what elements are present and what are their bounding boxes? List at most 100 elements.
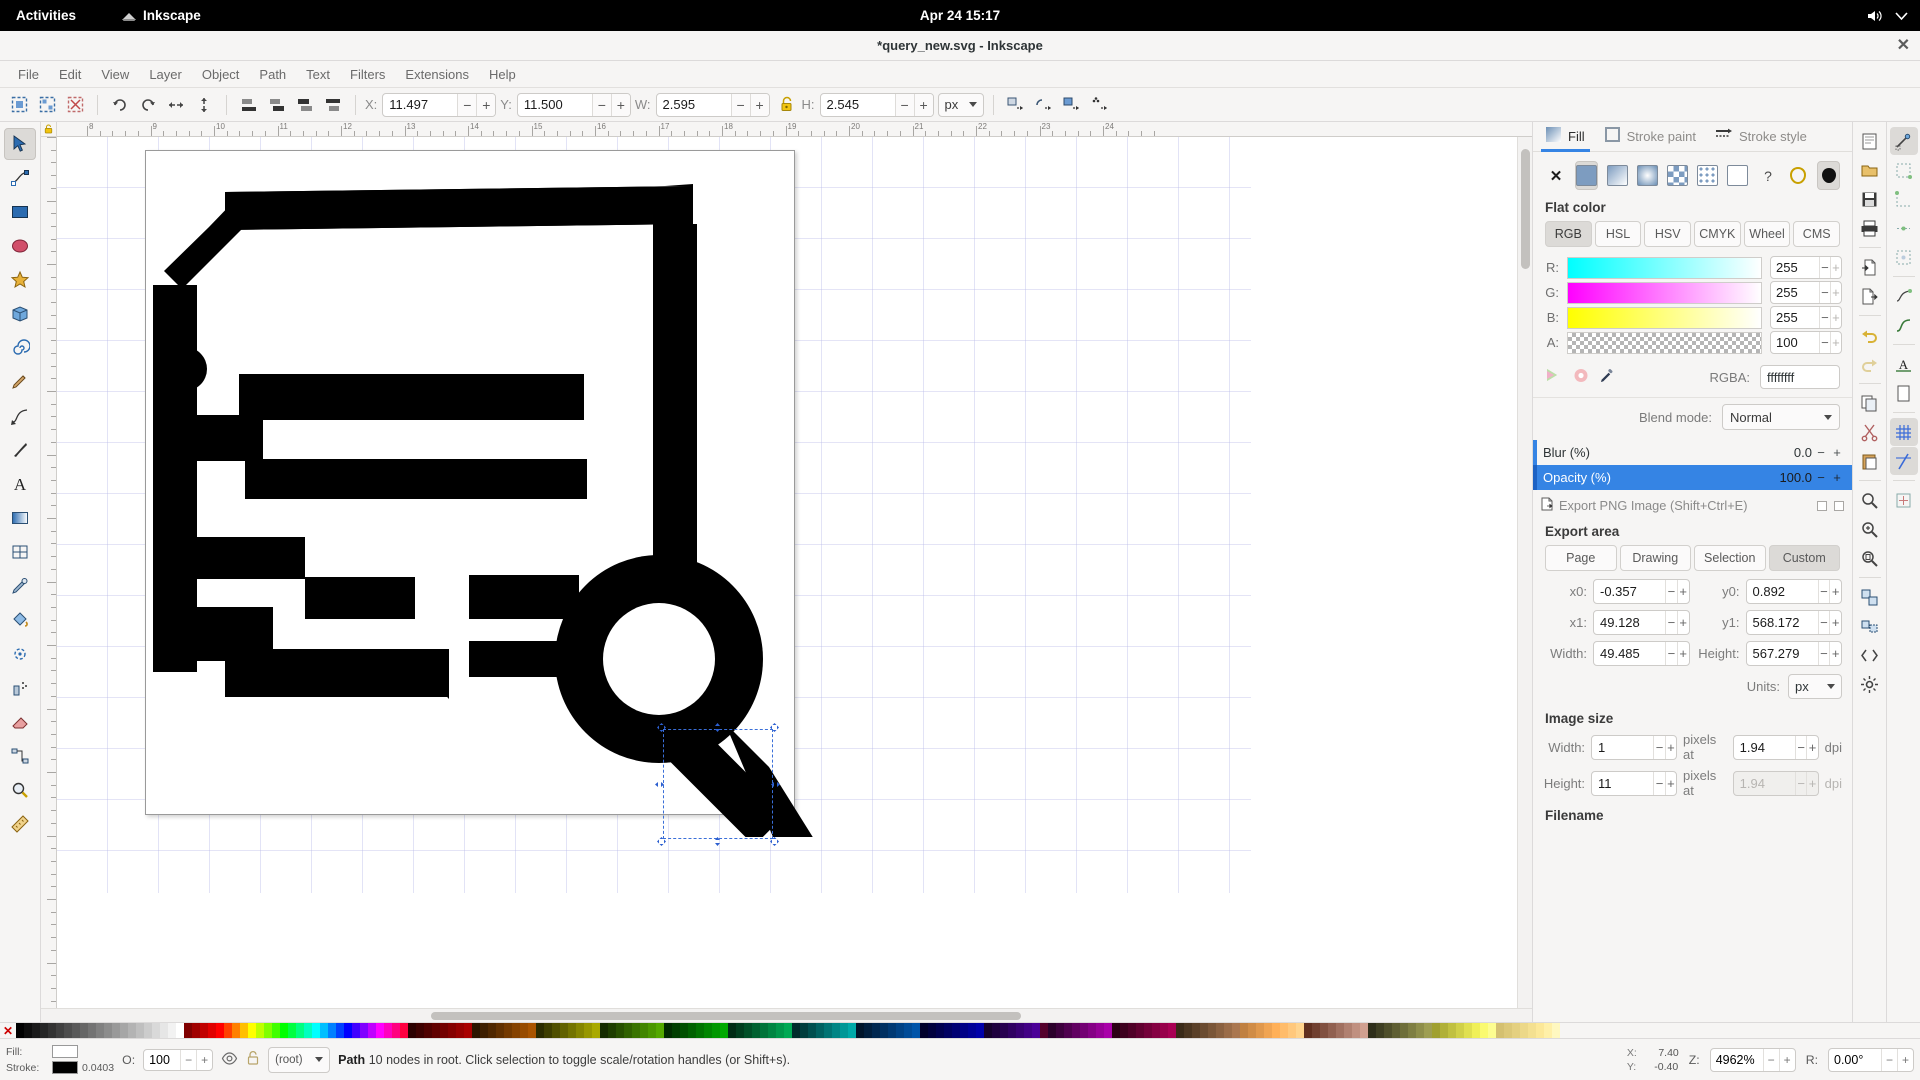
command-bar-copy-icon[interactable] [1856, 389, 1884, 417]
tool-paint-bucket[interactable] [4, 604, 36, 636]
rotation-increment[interactable]: + [1897, 1048, 1913, 1071]
palette-swatch[interactable] [536, 1023, 544, 1038]
palette-swatch[interactable] [80, 1023, 88, 1038]
flip-horizontal-icon[interactable] [163, 92, 189, 118]
palette-swatch[interactable] [776, 1023, 784, 1038]
channel-b-slider[interactable] [1567, 306, 1762, 329]
h-decrement-button[interactable]: − [894, 93, 914, 116]
tool-selector[interactable] [4, 128, 36, 160]
palette-swatch[interactable] [120, 1023, 128, 1038]
selection-handle-nw[interactable] [657, 723, 666, 732]
palette-swatch[interactable] [1432, 1023, 1440, 1038]
palette-swatch[interactable] [584, 1023, 592, 1038]
palette-swatch[interactable] [1376, 1023, 1384, 1038]
palette-swatch[interactable] [760, 1023, 768, 1038]
palette-swatch[interactable] [192, 1023, 200, 1038]
palette-none-swatch[interactable]: ✕ [0, 1023, 16, 1038]
export-x1-decrement[interactable]: − [1665, 611, 1677, 634]
palette-swatch[interactable] [920, 1023, 928, 1038]
y-decrement-button[interactable]: − [591, 93, 611, 116]
palette-swatch[interactable] [168, 1023, 176, 1038]
statusbar-fill-swatch[interactable] [52, 1045, 78, 1058]
zoom-input[interactable] [1710, 1048, 1763, 1071]
palette-swatch[interactable] [16, 1023, 24, 1038]
w-increment-button[interactable]: + [749, 93, 769, 116]
paint-type-help[interactable]: ? [1757, 161, 1779, 190]
palette-swatch[interactable] [1016, 1023, 1024, 1038]
palette-swatch[interactable] [1240, 1023, 1248, 1038]
export-height-spinbox[interactable]: − + [1745, 641, 1842, 666]
tab-stroke-style[interactable]: Stroke style [1707, 122, 1816, 151]
channel-a-spinbox[interactable]: − + [1770, 331, 1842, 354]
palette-swatch[interactable] [216, 1023, 224, 1038]
tool-spray[interactable] [4, 672, 36, 704]
system-status-area[interactable] [1867, 9, 1908, 23]
blur-row[interactable]: Blur (%) 0.0 − + [1533, 440, 1852, 465]
affect-stroke-width-icon[interactable] [1003, 92, 1029, 118]
palette-swatch[interactable] [1208, 1023, 1216, 1038]
opacity-increment[interactable]: + [1830, 470, 1844, 485]
palette-swatch[interactable] [824, 1023, 832, 1038]
canvas-horizontal-scrollbar[interactable] [41, 1008, 1532, 1022]
palette-swatch[interactable] [1072, 1023, 1080, 1038]
statusbar-opacity-decrement[interactable]: − [180, 1049, 196, 1070]
channel-g-spinbox[interactable]: − + [1770, 281, 1842, 304]
palette-swatch[interactable] [24, 1023, 32, 1038]
palette-swatch[interactable] [712, 1023, 720, 1038]
command-bar-zoom-page-icon[interactable] [1856, 544, 1884, 572]
palette-swatch[interactable] [552, 1023, 560, 1038]
palette-swatch[interactable] [848, 1023, 856, 1038]
menu-file[interactable]: File [8, 64, 49, 85]
export-area-custom[interactable]: Custom [1768, 545, 1840, 571]
palette-swatch[interactable] [176, 1023, 184, 1038]
palette-swatch[interactable] [128, 1023, 136, 1038]
palette-swatch[interactable] [1128, 1023, 1136, 1038]
dpi-width-increment[interactable]: + [1806, 735, 1817, 759]
export-area-page[interactable]: Page [1545, 545, 1617, 571]
flip-vertical-icon[interactable] [191, 92, 217, 118]
palette-swatch[interactable] [1440, 1023, 1448, 1038]
palette-swatch[interactable] [696, 1023, 704, 1038]
palette-swatch[interactable] [1536, 1023, 1544, 1038]
statusbar-opacity-input[interactable] [144, 1049, 181, 1070]
palette-swatch[interactable] [496, 1023, 504, 1038]
color-managed-icon[interactable] [1545, 368, 1563, 386]
vertical-ruler[interactable] [41, 137, 57, 1008]
palette-swatch[interactable] [480, 1023, 488, 1038]
select-all-layers-icon[interactable] [34, 92, 60, 118]
export-x0-spinbox[interactable]: − + [1593, 579, 1690, 604]
dpi-width-input[interactable] [1733, 735, 1796, 759]
dpi-width-decrement[interactable]: − [1795, 735, 1806, 759]
selection-handle-ne[interactable] [770, 723, 779, 732]
palette-swatch[interactable] [616, 1023, 624, 1038]
palette-swatch[interactable] [64, 1023, 72, 1038]
dpi-height-input[interactable] [1733, 771, 1796, 795]
palette-swatch[interactable] [560, 1023, 568, 1038]
w-decrement-button[interactable]: − [730, 93, 750, 116]
blur-decrement[interactable]: − [1814, 445, 1828, 460]
palette-swatch[interactable] [1392, 1023, 1400, 1038]
palette-swatch[interactable] [1040, 1023, 1048, 1038]
eyedropper-icon[interactable] [1599, 368, 1615, 387]
palette-swatch[interactable] [56, 1023, 64, 1038]
select-all-icon[interactable] [6, 92, 32, 118]
export-area-drawing[interactable]: Drawing [1619, 545, 1691, 571]
menu-extensions[interactable]: Extensions [395, 64, 479, 85]
palette-swatch[interactable] [488, 1023, 496, 1038]
palette-swatch[interactable] [784, 1023, 792, 1038]
palette-swatch[interactable] [296, 1023, 304, 1038]
zoom-spinbox[interactable]: − + [1709, 1047, 1796, 1072]
palette-swatch[interactable] [1280, 1023, 1288, 1038]
palette-swatch[interactable] [592, 1023, 600, 1038]
paint-type-flat[interactable] [1575, 161, 1599, 190]
palette-swatch[interactable] [272, 1023, 280, 1038]
rotation-spinbox[interactable]: − + [1828, 1047, 1914, 1072]
export-height-increment[interactable]: + [1829, 642, 1841, 665]
command-bar-print-icon[interactable] [1856, 214, 1884, 242]
palette-swatch[interactable] [872, 1023, 880, 1038]
palette-swatch[interactable] [800, 1023, 808, 1038]
raise-icon[interactable] [292, 92, 318, 118]
fill-rule-nonzero[interactable] [1787, 161, 1809, 190]
channel-a-slider[interactable] [1567, 331, 1762, 354]
selection-handle-se[interactable] [770, 837, 779, 846]
